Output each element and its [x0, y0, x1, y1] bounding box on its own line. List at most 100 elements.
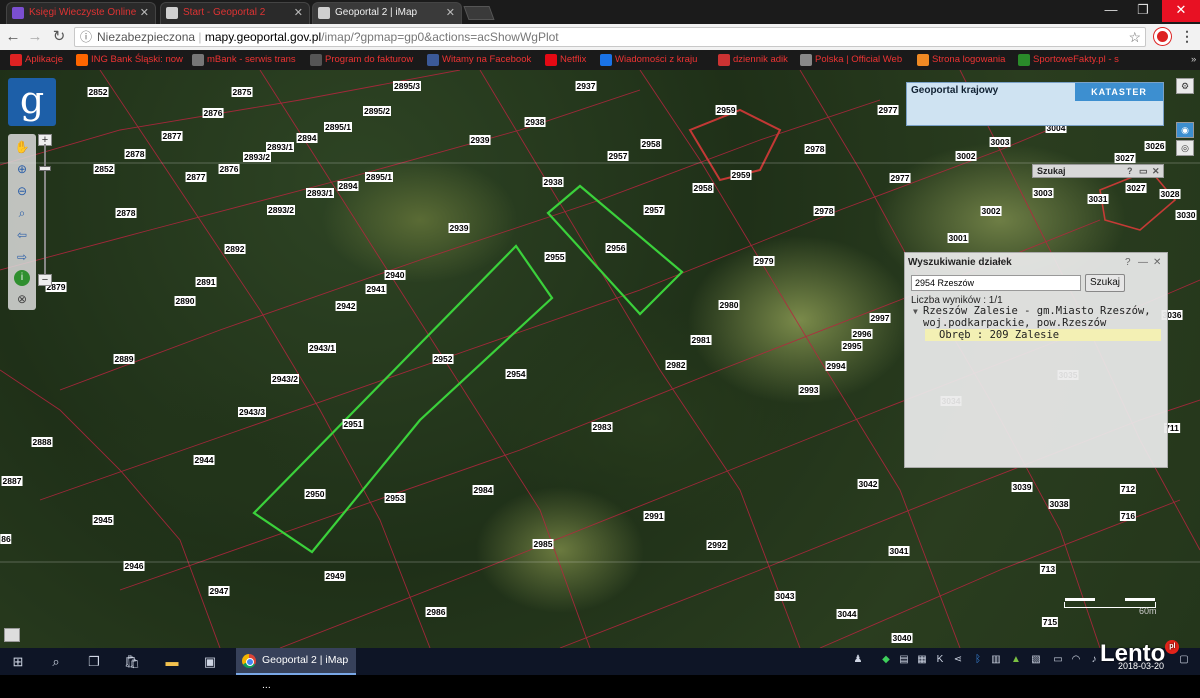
help-icon[interactable]: ?	[1125, 257, 1131, 268]
close-icon[interactable]: ✕	[1152, 165, 1160, 177]
opera-extension-icon[interactable]	[1154, 28, 1171, 45]
bookmark-ing[interactable]: ING Bank Śląski: now	[76, 53, 183, 67]
bookmark-dziennik[interactable]: dziennik adik	[718, 53, 788, 67]
plot-number-label: 2943/1	[308, 343, 336, 353]
bookmark-facebook[interactable]: Witamy na Facebook	[427, 53, 531, 67]
plot-number-label: 713	[1039, 564, 1057, 574]
tab-label: Geoportal 2 | iMap	[335, 7, 418, 18]
shield-tray-icon[interactable]: ◆	[880, 654, 892, 666]
bookmark-polska[interactable]: Polska | Official Web	[800, 53, 902, 67]
search-result-item[interactable]: ▼ Rzeszów Zalesie - gm.Miasto Rzeszów, w…	[913, 305, 1165, 341]
close-tab-icon[interactable]: ✕	[446, 3, 455, 23]
info-tool-icon[interactable]: i	[14, 270, 30, 286]
tab-ksiegi-wieczyste[interactable]: Księgi Wieczyste Online ✕	[6, 2, 156, 24]
next-view-icon[interactable]: ⇨	[12, 248, 32, 266]
plot-search-input[interactable]: 2954 Rzeszów	[911, 275, 1081, 291]
search-icon[interactable]: ⌕	[46, 652, 66, 672]
nvidia-icon[interactable]: ▲	[1010, 654, 1022, 666]
plot-number-label: 2889	[113, 354, 135, 364]
bookmark-faktury[interactable]: Program do fakturow	[310, 53, 413, 67]
tab-geoportal-imap[interactable]: Geoportal 2 | iMap ✕	[312, 2, 462, 24]
zoom-out-icon[interactable]: ⊖	[12, 182, 32, 200]
bookmark-netflix[interactable]: Netflix	[545, 53, 586, 67]
expand-triangle-icon[interactable]: ▼	[913, 306, 918, 318]
reload-icon[interactable]: ↻	[50, 28, 68, 46]
szukaj-button[interactable]: Szukaj	[1085, 274, 1125, 292]
battery-icon[interactable]: ▭	[1052, 654, 1064, 666]
zoom-in-icon[interactable]: ⊕	[12, 160, 32, 178]
close-icon[interactable]: ✕	[1153, 257, 1161, 268]
plot-number-label: 2878	[115, 208, 137, 218]
windows-start-icon[interactable]: ⊞	[8, 652, 28, 672]
forward-icon[interactable]: →	[26, 28, 44, 46]
bookmark-aplikacje[interactable]: Aplikacje	[10, 53, 63, 67]
szukaj-mini-panel[interactable]: Szukaj ? ▭ ✕	[1032, 164, 1164, 178]
close-tab-icon[interactable]: ✕	[140, 3, 149, 23]
bluetooth-icon[interactable]: ᛒ	[972, 654, 984, 666]
plot-number-label: 716	[1119, 511, 1137, 521]
plot-number-label: 2878	[124, 149, 146, 159]
tray-arrow-icon[interactable]: ⋖	[952, 654, 964, 666]
taskbar-chrome-window[interactable]: Geoportal 2 | iMap ...	[236, 648, 356, 691]
store-icon[interactable]: 🛍	[122, 652, 142, 672]
maximize-button[interactable]: ❐	[1128, 0, 1158, 22]
bookmark-strona-logowania[interactable]: Strona logowania	[917, 53, 1005, 67]
tray-app-icon[interactable]: ▤	[898, 654, 910, 666]
browser-menu-icon[interactable]: ⋮	[1180, 28, 1194, 45]
url-input[interactable]: ⓘ Niezabezpieczona | mapy.geoportal.gov.…	[74, 27, 1146, 47]
visibility-eye-icon[interactable]: ◉	[1176, 122, 1194, 138]
tray-k-icon[interactable]: K	[934, 654, 946, 666]
plot-number-label: 2940	[384, 270, 406, 280]
tray-app-icon[interactable]: ▥	[990, 654, 1002, 666]
zoom-slider-handle[interactable]	[39, 166, 51, 171]
plot-number-label: 2956	[605, 243, 627, 253]
notifications-icon[interactable]: ▢	[1178, 654, 1190, 666]
kataster-layer-badge[interactable]: KATASTER	[1075, 83, 1163, 101]
new-tab-button[interactable]	[463, 6, 495, 20]
plot-number-label: 715	[1041, 617, 1059, 627]
plot-number-label: 3043	[774, 591, 796, 601]
info-icon[interactable]: ⓘ	[80, 28, 92, 46]
map-options-icon[interactable]	[4, 628, 20, 642]
minimize-button[interactable]: —	[1096, 0, 1126, 22]
plot-number-label: 86	[0, 534, 12, 544]
close-window-button[interactable]: ✕	[1162, 0, 1200, 22]
geoportal-krajowy-minimap[interactable]: Geoportal krajowy KATASTER	[906, 82, 1164, 126]
people-icon[interactable]: ♟	[852, 654, 864, 666]
windows-taskbar: ⊞ ⌕ ❐ 🛍 ▬ ▣ Geoportal 2 | iMap ... ♟ ◆ ▤…	[0, 648, 1200, 691]
minimize-icon[interactable]: —	[1138, 257, 1148, 268]
bookmark-star-icon[interactable]: ☆	[1128, 28, 1141, 46]
previous-view-icon[interactable]: ⇦	[12, 226, 32, 244]
task-view-icon[interactable]: ❐	[84, 652, 104, 672]
bookmarks-overflow-icon[interactable]: »	[1176, 53, 1196, 67]
zoom-box-icon[interactable]: ⌕	[12, 204, 32, 222]
zoom-rail	[44, 144, 46, 274]
layers-icon[interactable]: ⚙	[1176, 78, 1194, 94]
tray-app-icon[interactable]: ▦	[916, 654, 928, 666]
restore-icon[interactable]: ▭	[1139, 165, 1148, 177]
geoportal-logo[interactable]: g	[8, 78, 56, 126]
help-icon[interactable]: ?	[1127, 165, 1133, 177]
zoom-minus-button[interactable]: −	[38, 274, 52, 286]
result-obreb[interactable]: Obręb : 209 Zalesie	[925, 329, 1161, 341]
pinned-app-icon[interactable]: ▣	[200, 652, 220, 672]
tray-app-icon[interactable]: ▧	[1030, 654, 1042, 666]
plot-number-label: 2852	[87, 87, 109, 97]
mbank-icon	[192, 54, 204, 66]
pan-hand-icon[interactable]: ✋	[12, 138, 32, 156]
volume-icon[interactable]: ♪	[1088, 654, 1100, 666]
file-explorer-icon[interactable]: ▬	[162, 652, 182, 672]
zoom-slider[interactable]: + −	[38, 134, 52, 290]
close-tab-icon[interactable]: ✕	[294, 3, 303, 23]
clear-tool-icon[interactable]: ⊗	[12, 290, 32, 308]
bookmark-sportowefakty[interactable]: SportoweFakty.pl - s	[1018, 53, 1119, 67]
bookmark-mbank[interactable]: mBank - serwis trans	[192, 53, 296, 67]
back-icon[interactable]: ←	[4, 28, 22, 46]
bookmark-wiadomosci[interactable]: Wiadomości z kraju	[600, 53, 697, 67]
plot-number-label: 2991	[643, 511, 665, 521]
eye-icon[interactable]: ◎	[1176, 140, 1194, 156]
tab-start-geoportal[interactable]: Start - Geoportal 2 ✕	[160, 2, 310, 24]
map-view[interactable]: 2852 2875 2895/3 2937 2959 2977 2876 2895/2 2877…	[0, 70, 1200, 648]
geoportal-favicon-icon	[166, 7, 178, 19]
wifi-icon[interactable]: ◠	[1070, 654, 1082, 666]
